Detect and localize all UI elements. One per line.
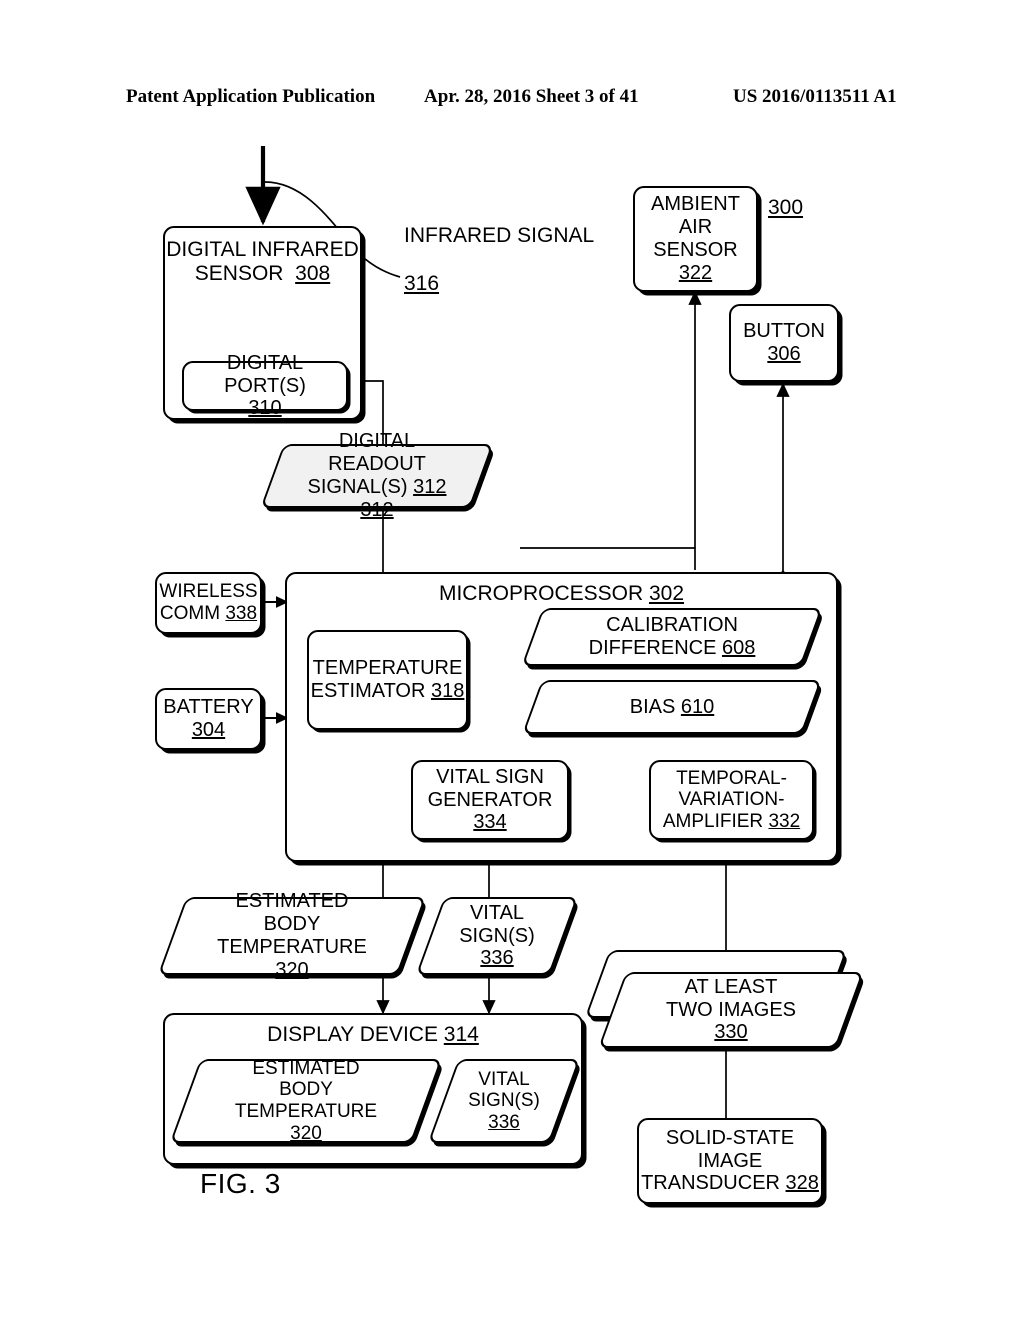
display-estimated-body-temperature-text: ESTIMATED BODY TEMPERATURE 320: [185, 1057, 427, 1144]
temperature-estimator-label: TEMPERATURE ESTIMATOR 318: [310, 657, 465, 702]
display-vital-signs-text: VITAL SIGN(S) 336: [443, 1059, 565, 1143]
display-device-title: DISPLAY DEVICE 314: [165, 1023, 581, 1047]
button-box[interactable]: BUTTON 306: [729, 304, 839, 382]
at-least-two-images-label: AT LEAST TWO IMAGES: [666, 975, 796, 1021]
estimated-body-temperature-text: ESTIMATED BODY TEMPERATURE 320: [172, 890, 412, 980]
button-label: BUTTON: [743, 320, 825, 343]
vital-signs-text: VITAL SIGN(S) 336: [430, 897, 564, 975]
vital-sign-generator-box[interactable]: VITAL SIGN GENERATOR 334: [411, 760, 569, 840]
vital-signs-ref: 336: [480, 947, 514, 970]
bias-text: BIAS 610: [532, 680, 812, 734]
calibration-difference-text: CALIBRATION DIFFERENCE 608 608: [532, 608, 812, 666]
digital-infrared-sensor-title: DIGITAL INFRARED SENSOR 308: [165, 238, 360, 286]
digital-readout-signals-label: DIGITAL READOUT SIGNAL(S) 312: [307, 430, 447, 498]
bias-label: BIAS: [629, 695, 676, 718]
digital-readout-signals-shape[interactable]: DIGITAL READOUT SIGNAL(S) 312 312: [260, 430, 494, 521]
digital-ports-label: DIGITAL PORT(S): [224, 351, 306, 397]
temperature-estimator-box[interactable]: TEMPERATURE ESTIMATOR 318 318: [307, 630, 468, 730]
system-reference-numeral: 300: [768, 196, 804, 219]
display-estimated-body-temperature-shape[interactable]: ESTIMATED BODY TEMPERATURE 320: [169, 1057, 443, 1144]
wireless-comm-box[interactable]: WIRELESS COMM 338 338: [155, 572, 262, 634]
display-estimated-body-temperature-label: ESTIMATED BODY TEMPERATURE: [234, 1057, 378, 1122]
infrared-signal-label: INFRARED SIGNAL 316: [404, 200, 594, 296]
display-vital-signs-label: VITAL SIGN(S): [468, 1068, 540, 1112]
ambient-air-sensor-box[interactable]: AMBIENT AIR SENSOR 322: [633, 186, 758, 292]
display-vital-signs-shape[interactable]: VITAL SIGN(S) 336: [427, 1059, 581, 1143]
battery-label: BATTERY: [163, 696, 254, 719]
temporal-variation-amplifier-label: TEMPORAL- VARIATION- AMPLIFIER 332: [662, 767, 801, 832]
battery-ref: 304: [191, 719, 226, 741]
microprocessor-title: MICROPROCESSOR 302: [287, 582, 836, 606]
digital-infrared-sensor-ref: 308: [295, 261, 331, 285]
infrared-signal-ref: 316: [404, 271, 440, 295]
digital-readout-signals-ref: 312: [360, 498, 394, 521]
vital-sign-generator-ref: 334: [473, 811, 507, 834]
figure-caption: FIG. 3: [200, 1168, 281, 1199]
microprocessor-ref: 302: [648, 582, 685, 605]
display-device-box[interactable]: DISPLAY DEVICE 314 ESTIMATED BODY TEMPER…: [163, 1013, 583, 1165]
bias-ref: 610: [680, 695, 715, 718]
display-device-ref: 314: [443, 1023, 479, 1046]
vital-signs-shape[interactable]: VITAL SIGN(S) 336: [415, 897, 579, 975]
at-least-two-images-ref: 330: [714, 1021, 748, 1044]
digital-infrared-sensor-box[interactable]: DIGITAL INFRARED SENSOR 308 DIGITAL PORT(…: [163, 226, 362, 420]
battery-box[interactable]: BATTERY 304: [155, 688, 262, 750]
display-estimated-body-temperature-ref: 320: [290, 1122, 322, 1144]
at-least-two-images-text: AT LEAST TWO IMAGES 330: [612, 972, 850, 1048]
temporal-variation-amplifier-box[interactable]: TEMPORAL- VARIATION- AMPLIFIER 332 332: [649, 760, 814, 840]
wireless-comm-label: WIRELESS COMM 338: [159, 581, 258, 624]
display-vital-signs-ref: 336: [488, 1111, 520, 1133]
infrared-signal-text: INFRARED SIGNAL: [404, 223, 595, 247]
estimated-body-temperature-label: ESTIMATED BODY TEMPERATURE: [217, 890, 367, 958]
microprocessor-box[interactable]: MICROPROCESSOR 302 TEMPERATURE ESTIMATOR…: [285, 572, 838, 862]
patent-figure-3: 300 INFRARED SIGNAL 316 DIGITAL INFRARED…: [0, 0, 1024, 1320]
digital-ports-ref: 310: [248, 397, 282, 420]
estimated-body-temperature-ref: 320: [275, 958, 309, 981]
microprocessor-label: MICROPROCESSOR: [438, 582, 644, 605]
vital-signs-label: VITAL SIGN(S): [459, 901, 535, 947]
display-device-label: DISPLAY DEVICE: [267, 1023, 438, 1046]
calibration-difference-label: CALIBRATION DIFFERENCE 608: [588, 614, 756, 659]
bias-shape[interactable]: BIAS 610: [522, 680, 822, 734]
digital-readout-signals-text: DIGITAL READOUT SIGNAL(S) 312 312: [272, 430, 482, 520]
at-least-two-images-shape[interactable]: AT LEAST TWO IMAGES 330: [598, 972, 864, 1048]
estimated-body-temperature-shape[interactable]: ESTIMATED BODY TEMPERATURE 320: [157, 890, 427, 981]
solid-state-image-transducer-box[interactable]: SOLID-STATE IMAGE TRANSDUCER 328 328: [637, 1118, 823, 1204]
digital-ports-box[interactable]: DIGITAL PORT(S) 310: [182, 352, 348, 419]
ambient-air-sensor-label: AMBIENT AIR SENSOR: [651, 193, 740, 261]
vital-sign-generator-label: VITAL SIGN GENERATOR: [427, 765, 553, 811]
button-ref: 306: [767, 343, 801, 365]
calibration-difference-shape[interactable]: CALIBRATION DIFFERENCE 608 608: [521, 608, 823, 666]
ambient-air-sensor-ref: 322: [678, 261, 713, 284]
solid-state-image-transducer-label: SOLID-STATE IMAGE TRANSDUCER 328: [641, 1126, 819, 1195]
